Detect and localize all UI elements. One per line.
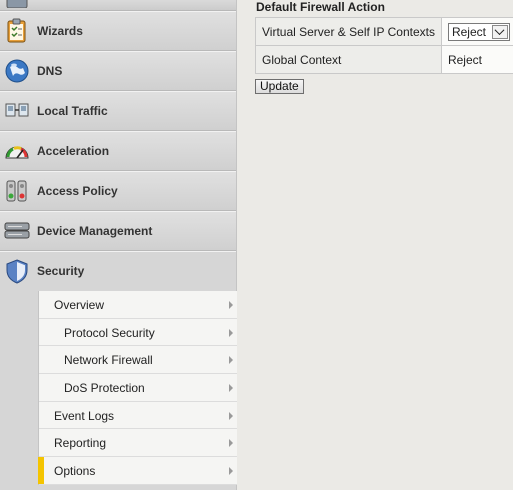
submenu-item-network-firewall[interactable]: Network Firewall bbox=[39, 346, 237, 375]
update-button[interactable]: Update bbox=[255, 79, 304, 94]
chevron-right-icon bbox=[229, 328, 233, 337]
nav-item-label: Local Traffic bbox=[37, 104, 108, 118]
main-navigation: Wizards DNS Local Traffic Acceleration A… bbox=[0, 0, 237, 490]
chevron-right-icon bbox=[229, 439, 233, 448]
main-content: Default Firewall Action Virtual Server &… bbox=[238, 0, 513, 490]
table-row: Virtual Server & Self IP Contexts Reject bbox=[255, 17, 513, 46]
submenu-item-label: Network Firewall bbox=[64, 353, 153, 368]
nav-item-dns[interactable]: DNS bbox=[0, 51, 236, 91]
chevron-down-icon bbox=[495, 25, 505, 36]
server-icon bbox=[4, 222, 30, 239]
nav-item-acceleration[interactable]: Acceleration bbox=[0, 131, 236, 171]
row-value: Reject bbox=[440, 45, 513, 74]
nav-item-wizards[interactable]: Wizards bbox=[0, 11, 236, 51]
firewall-action-table: Virtual Server & Self IP Contexts Reject… bbox=[255, 17, 513, 74]
shield-icon bbox=[6, 259, 28, 284]
submenu-item-reporting[interactable]: Reporting bbox=[39, 429, 237, 458]
virtual-server-action-select[interactable]: Reject bbox=[447, 22, 510, 41]
nav-item-label: Device Management bbox=[37, 224, 153, 238]
row-label: Global Context bbox=[255, 45, 442, 74]
traffic-lights-icon bbox=[6, 180, 27, 202]
chevron-right-icon bbox=[229, 411, 233, 420]
nav-item-label: Security bbox=[37, 264, 85, 278]
submenu-item-label: DoS Protection bbox=[64, 381, 145, 396]
speedometer-icon bbox=[5, 146, 29, 159]
nav-item-label: DNS bbox=[37, 64, 63, 78]
nav-item-device-management[interactable]: Device Management bbox=[0, 211, 236, 251]
submenu-item-event-logs[interactable]: Event Logs bbox=[39, 401, 237, 430]
table-row: Global Context Reject bbox=[255, 45, 513, 74]
submenu-item-overview[interactable]: Overview bbox=[39, 291, 237, 319]
nav-item-label: Access Policy bbox=[37, 184, 118, 198]
globe-icon bbox=[5, 59, 29, 83]
nav-item-partial[interactable] bbox=[0, 0, 236, 11]
submenu-item-label: Event Logs bbox=[54, 408, 115, 423]
submenu-item-label: Overview bbox=[54, 298, 105, 312]
chevron-right-icon bbox=[229, 467, 233, 476]
security-submenu: Overview Protocol Security Network Firew… bbox=[38, 291, 237, 485]
select-value: Reject bbox=[451, 24, 486, 39]
nav-item-access-policy[interactable]: Access Policy bbox=[0, 171, 236, 211]
submenu-item-label: Protocol Security bbox=[64, 325, 155, 340]
clipboard-checklist-icon bbox=[7, 18, 26, 43]
submenu-item-label: Options bbox=[54, 464, 96, 479]
row-label: Virtual Server & Self IP Contexts bbox=[255, 17, 442, 46]
submenu-item-options[interactable]: Options bbox=[38, 457, 237, 485]
nav-item-label: Acceleration bbox=[37, 144, 110, 158]
network-icon bbox=[5, 103, 29, 117]
nav-item-security[interactable]: Security bbox=[0, 251, 236, 291]
section-title: Default Firewall Action bbox=[256, 0, 385, 14]
chevron-right-icon bbox=[229, 356, 233, 365]
submenu-item-label: Reporting bbox=[54, 436, 107, 451]
row-value-cell: Reject bbox=[440, 17, 513, 46]
nav-item-local-traffic[interactable]: Local Traffic bbox=[0, 91, 236, 131]
submenu-item-protocol-security[interactable]: Protocol Security bbox=[39, 318, 237, 347]
partial-icon bbox=[6, 0, 28, 8]
chevron-right-icon bbox=[229, 301, 233, 309]
submenu-item-dos-protection[interactable]: DoS Protection bbox=[39, 374, 237, 402]
chevron-right-icon bbox=[229, 384, 233, 393]
nav-item-label: Wizards bbox=[37, 24, 83, 38]
dropdown-button[interactable] bbox=[491, 24, 508, 39]
